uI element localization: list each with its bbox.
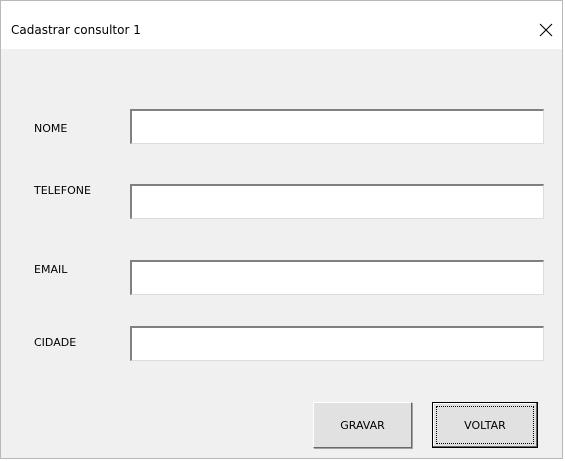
email-input[interactable] bbox=[130, 260, 544, 295]
title-bar: Cadastrar consultor 1 bbox=[1, 1, 562, 49]
cidade-input[interactable] bbox=[130, 326, 544, 361]
window-title: Cadastrar consultor 1 bbox=[11, 23, 141, 37]
email-label: EMAIL bbox=[34, 263, 68, 276]
nome-label: NOME bbox=[34, 122, 68, 135]
dialog-window: Cadastrar consultor 1 NOME TELEFONE EMAI… bbox=[0, 0, 563, 459]
nome-input[interactable] bbox=[130, 109, 544, 144]
close-icon bbox=[539, 23, 553, 37]
close-button[interactable] bbox=[530, 15, 562, 45]
telefone-label: TELEFONE bbox=[34, 184, 91, 197]
cidade-label: CIDADE bbox=[34, 336, 77, 349]
voltar-button[interactable]: VOLTAR bbox=[432, 402, 538, 448]
telefone-input[interactable] bbox=[130, 184, 544, 219]
gravar-button[interactable]: GRAVAR bbox=[313, 402, 412, 448]
